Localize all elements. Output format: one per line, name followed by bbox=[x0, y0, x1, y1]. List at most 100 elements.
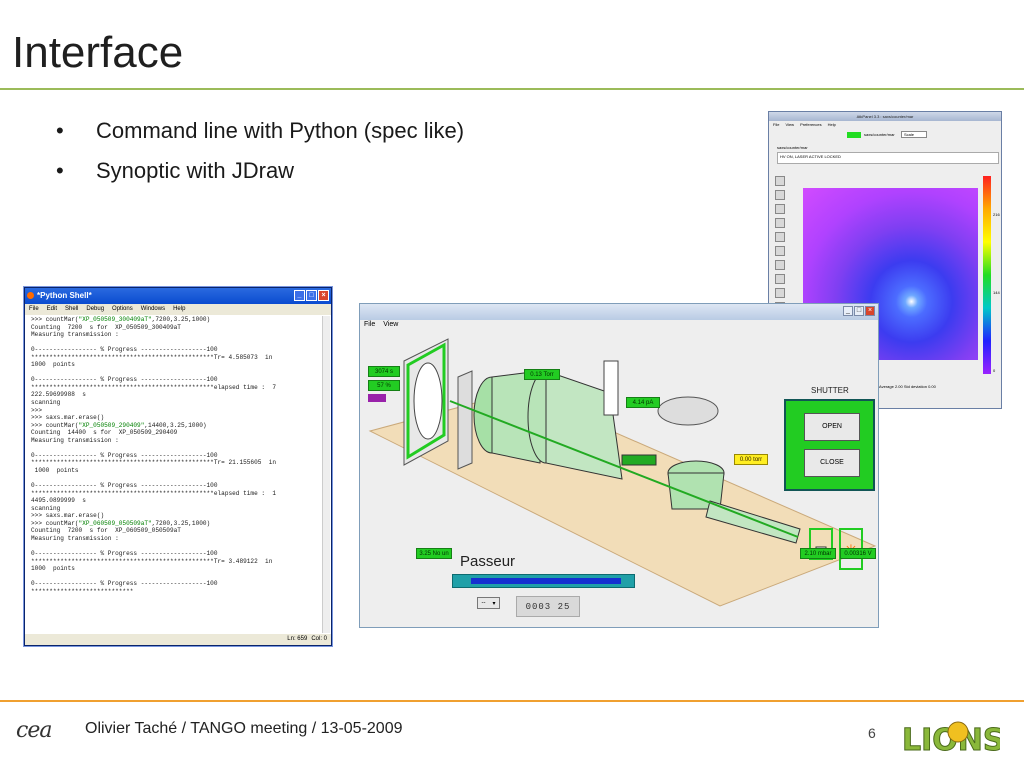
python-shell-titlebar[interactable]: *Python Shell* _ □ × bbox=[25, 288, 331, 304]
console-line: 0----------------- % Progress ----------… bbox=[31, 580, 218, 588]
open-button[interactable]: OPEN bbox=[804, 413, 860, 441]
menu-shell[interactable]: Shell bbox=[65, 306, 78, 313]
menu-file[interactable]: File bbox=[773, 122, 779, 128]
console-line: 1000 points bbox=[31, 361, 75, 369]
minimize-button[interactable]: _ bbox=[843, 306, 853, 316]
pressure-value: 0.13 Torr bbox=[524, 369, 560, 380]
console-line: Measuring transmission : bbox=[31, 436, 119, 444]
minimize-button[interactable]: _ bbox=[294, 290, 305, 301]
console-line: >>> countMar("XP_060509_050509aT",7200,3… bbox=[31, 519, 211, 527]
current-value: 4.14 pA bbox=[626, 397, 660, 408]
console-line: >>> saxs.mar.erase() bbox=[31, 414, 105, 422]
synoptic-overlay: 3074 s 57 % 0.13 Torr 4.14 pA 0.00 torr … bbox=[360, 331, 880, 629]
combo-value: -- bbox=[481, 600, 486, 606]
pressure2-value: 0.00 torr bbox=[734, 454, 768, 465]
voltage-value: 0.00316 V bbox=[840, 548, 876, 559]
column-indicator: Col: 0 bbox=[311, 636, 327, 642]
position-counter[interactable]: 0003 25 bbox=[516, 596, 580, 617]
lions-logo: LIONS bbox=[902, 721, 1000, 759]
menu-preferences[interactable]: Preferences bbox=[800, 122, 822, 128]
console-line: 1000 points bbox=[31, 466, 79, 474]
atk-menubar: File View Preferences Help bbox=[769, 121, 1001, 129]
line-indicator: Ln: 659 bbox=[287, 636, 308, 642]
title-divider bbox=[0, 88, 1024, 90]
jdraw-menubar: File View bbox=[360, 320, 878, 330]
console-line: 4495.0899999 s bbox=[31, 497, 86, 505]
menu-windows[interactable]: Windows bbox=[141, 306, 165, 313]
atk-titlebar[interactable]: AtkPanel 3.3 : saxs/counter/mar bbox=[769, 112, 1001, 121]
console-line: 1000 points bbox=[31, 565, 75, 573]
shutter-label: SHUTTER bbox=[811, 386, 849, 395]
menu-file[interactable]: File bbox=[29, 306, 39, 313]
menu-options[interactable]: Options bbox=[112, 306, 133, 313]
scale-select[interactable]: Scale bbox=[901, 131, 927, 138]
menu-file[interactable]: File bbox=[364, 321, 375, 329]
settings-icon[interactable] bbox=[775, 274, 785, 284]
select-icon[interactable] bbox=[775, 204, 785, 214]
cea-logo: cea bbox=[16, 718, 52, 743]
jdraw-titlebar[interactable]: _ □ × bbox=[360, 304, 878, 320]
console-line: ****************************************… bbox=[31, 353, 273, 361]
page-number: 6 bbox=[868, 725, 876, 741]
python-menubar: File Edit Shell Debug Options Windows He… bbox=[25, 304, 331, 315]
maximize-button[interactable]: □ bbox=[854, 306, 864, 316]
maximize-button[interactable]: □ bbox=[306, 290, 317, 301]
vertical-scrollbar[interactable] bbox=[322, 316, 330, 633]
bullet-item: Synoptic with JDraw bbox=[56, 158, 464, 184]
device-label: saxs/counter/mar bbox=[864, 132, 895, 137]
footer-divider bbox=[0, 700, 1024, 702]
close-button[interactable]: × bbox=[865, 306, 875, 316]
status-indicator bbox=[847, 132, 861, 138]
console-line: 0----------------- % Progress ----------… bbox=[31, 549, 218, 557]
image-stats: Average 2.00 Std deviation 0.00 bbox=[879, 384, 936, 389]
bullet-item: Command line with Python (spec like) bbox=[56, 118, 464, 144]
console-line: Counting 7200 s for XP_060509_050509aT bbox=[31, 527, 181, 535]
console-line: 222.59699988 s bbox=[31, 391, 86, 399]
menu-help[interactable]: Help bbox=[173, 306, 185, 313]
close-button[interactable]: × bbox=[318, 290, 329, 301]
menu-view[interactable]: View bbox=[383, 321, 398, 329]
scale-tick: 0 bbox=[993, 368, 996, 373]
lion-icon bbox=[947, 721, 969, 743]
image-toolbar bbox=[775, 176, 787, 312]
console-output[interactable]: >>> countMar("XP_050509_300409aT",7200,3… bbox=[27, 316, 321, 633]
shutter-panel: OPEN CLOSE bbox=[784, 399, 875, 491]
menu-view[interactable]: View bbox=[785, 122, 794, 128]
state-field: HV ON, LASER ACTIVE LOCKED bbox=[777, 152, 999, 164]
zoom-out-icon[interactable] bbox=[775, 190, 785, 200]
passeur-combo[interactable]: -- ▾ bbox=[477, 597, 500, 609]
menu-edit[interactable]: Edit bbox=[47, 306, 57, 313]
console-line: 0----------------- % Progress ----------… bbox=[31, 482, 218, 490]
print-icon[interactable] bbox=[775, 260, 785, 270]
console-line: ****************************************… bbox=[31, 489, 277, 497]
progress-fill bbox=[471, 578, 621, 584]
console-line: 0----------------- % Progress ----------… bbox=[31, 451, 218, 459]
chevron-down-icon: ▾ bbox=[492, 600, 496, 607]
console-line: >>> saxs.mar.erase() bbox=[31, 512, 105, 520]
console-line: Measuring transmission : bbox=[31, 534, 119, 542]
console-line: Measuring transmission : bbox=[31, 331, 119, 339]
sample-position: 3.25 No un bbox=[416, 548, 452, 559]
profile-icon[interactable] bbox=[775, 288, 785, 298]
console-line: >>> countMar("XP_050509_290409",14400,3.… bbox=[31, 421, 207, 429]
percent-value: 57 % bbox=[368, 380, 400, 391]
menu-help[interactable]: Help bbox=[828, 122, 836, 128]
console-line: ****************************************… bbox=[31, 459, 277, 467]
console-line: 0----------------- % Progress ----------… bbox=[31, 346, 218, 354]
state-label: saxs/counter/mar bbox=[777, 145, 808, 150]
search-icon[interactable] bbox=[775, 232, 785, 242]
console-line: 0----------------- % Progress ----------… bbox=[31, 376, 218, 384]
image-icon[interactable] bbox=[775, 218, 785, 228]
console-line: scanning bbox=[31, 399, 61, 407]
save-icon[interactable] bbox=[775, 246, 785, 256]
zoom-in-icon[interactable] bbox=[775, 176, 785, 186]
menu-debug[interactable]: Debug bbox=[86, 306, 104, 313]
python-shell-window: *Python Shell* _ □ × File Edit Shell Deb… bbox=[24, 287, 332, 646]
close-shutter-button[interactable]: CLOSE bbox=[804, 449, 860, 477]
slide-title: Interface bbox=[12, 28, 184, 77]
